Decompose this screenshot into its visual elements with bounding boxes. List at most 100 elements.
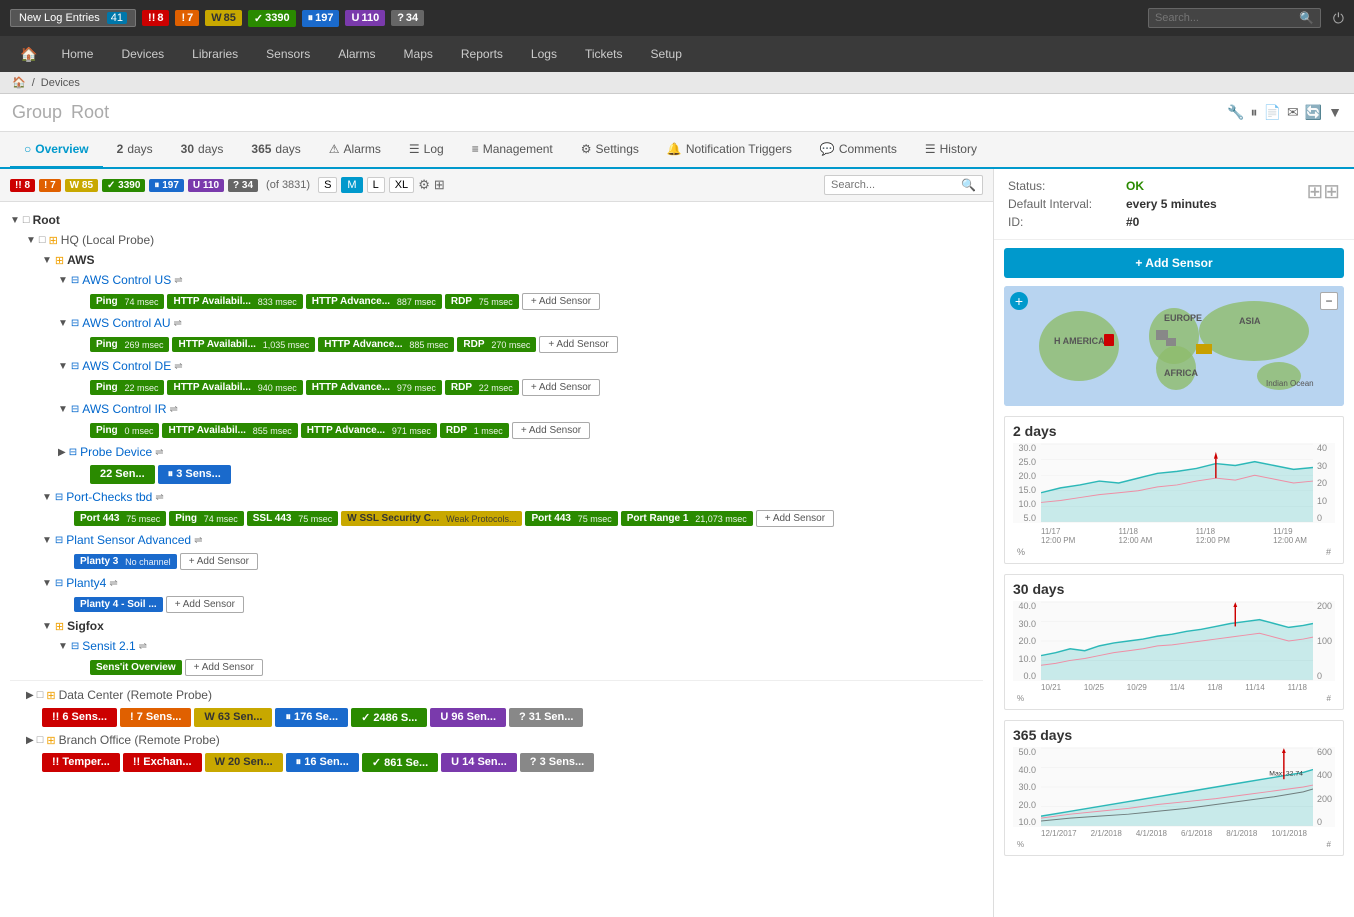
size-m[interactable]: M <box>341 177 362 193</box>
tab-overview[interactable]: ○ Overview <box>10 132 103 169</box>
sensit-overview[interactable]: Sens'it Overview <box>90 660 182 675</box>
tab-2days[interactable]: 2 days <box>103 132 167 169</box>
port-443-2[interactable]: Port 443 75 msec <box>525 511 617 526</box>
toolbar-badge-blue[interactable]: ⏸ 197 <box>149 179 183 192</box>
aws-ir-node[interactable]: ▼ ⊟ AWS Control IR ⇌ <box>58 399 983 419</box>
branch-expand[interactable]: ▶ <box>26 735 34 746</box>
planty4-add-sensor[interactable]: + Add Sensor <box>166 596 244 613</box>
plant-sensor-add-sensor[interactable]: + Add Sensor <box>180 553 258 570</box>
branch-node[interactable]: ▶ □ ⊞ Branch Office (Remote Probe) <box>26 730 983 750</box>
nav-reports[interactable]: Reports <box>447 36 517 72</box>
branch-badge-green[interactable]: ✓ 861 Se... <box>362 753 438 772</box>
aws-de-expand[interactable]: ▼ <box>58 361 68 372</box>
ping-port[interactable]: Ping 74 msec <box>169 511 243 526</box>
map-zoom-out[interactable]: − <box>1320 292 1338 310</box>
aws-us-expand[interactable]: ▼ <box>58 275 68 286</box>
aws-au-expand[interactable]: ▼ <box>58 318 68 329</box>
sigfox-node[interactable]: ▼ ⊞ Sigfox <box>42 616 983 636</box>
planty4-expand[interactable]: ▼ <box>42 578 52 589</box>
badge-green-ok[interactable]: ✓ 3390 <box>248 10 296 27</box>
badge-gray-unknown[interactable]: ? 34 <box>391 10 424 26</box>
toolbar-badge-green[interactable]: ✓ 3390 <box>102 179 145 192</box>
qr-icon[interactable]: ⊞⊞ <box>1306 179 1340 204</box>
aws-au-add-sensor[interactable]: + Add Sensor <box>539 336 617 353</box>
tab-log[interactable]: ☰ Log <box>395 132 458 169</box>
aws-ir-add-sensor[interactable]: + Add Sensor <box>512 422 590 439</box>
tab-notification-triggers[interactable]: 🔔 Notification Triggers <box>653 132 806 169</box>
dc-badge-blue[interactable]: ⏸ 176 Se... <box>275 708 348 727</box>
ssl-security[interactable]: W SSL Security C... Weak Protocols... <box>341 511 522 526</box>
nav-sensors[interactable]: Sensors <box>252 36 324 72</box>
tab-history[interactable]: ☰ History <box>911 132 991 169</box>
toolbar-search-icon[interactable]: 🔍 <box>961 178 976 192</box>
dc-badge-green[interactable]: ✓ 2486 S... <box>351 708 427 727</box>
aws-au-http-avail[interactable]: HTTP Availabil... 1,035 msec <box>172 337 315 352</box>
sensit-expand[interactable]: ▼ <box>58 641 68 652</box>
aws-de-rdp[interactable]: RDP 22 msec <box>445 380 519 395</box>
grid-icon[interactable]: ⊞ <box>434 177 445 193</box>
aws-ir-expand[interactable]: ▼ <box>58 404 68 415</box>
badge-purple-unknown[interactable]: U 110 <box>345 10 385 26</box>
toolbar-badge-red[interactable]: !! 8 <box>10 179 35 192</box>
settings-gear-icon[interactable]: ⚙ <box>418 177 430 193</box>
aws-de-ping[interactable]: Ping 22 msec <box>90 380 164 395</box>
refresh-icon[interactable]: 🔄 <box>1305 104 1322 121</box>
branch-badge-exchan[interactable]: !! Exchan... <box>123 753 202 772</box>
ssl-443[interactable]: SSL 443 75 msec <box>247 511 339 526</box>
toolbar-badge-orange[interactable]: ! 7 <box>39 179 61 192</box>
datacenter-node[interactable]: ▶ □ ⊞ Data Center (Remote Probe) <box>26 685 983 705</box>
aws-expand-icon[interactable]: ▼ <box>42 255 52 266</box>
dc-badge-red[interactable]: !! 6 Sens... <box>42 708 117 727</box>
aws-us-ping[interactable]: Ping 74 msec <box>90 294 164 309</box>
aws-ir-rdp[interactable]: RDP 1 msec <box>440 423 509 438</box>
nav-devices[interactable]: Devices <box>107 36 178 72</box>
aws-au-ping[interactable]: Ping 269 msec <box>90 337 169 352</box>
branch-badge-purple[interactable]: U 14 Sen... <box>441 753 517 772</box>
dc-badge-gray[interactable]: ? 31 Sen... <box>509 708 583 727</box>
root-expand-icon[interactable]: ▼ <box>10 215 20 226</box>
nav-logs[interactable]: Logs <box>517 36 571 72</box>
tab-comments[interactable]: 💬 Comments <box>806 132 911 169</box>
nav-home[interactable]: 🏠 <box>10 36 47 72</box>
tab-management[interactable]: ≡ Management <box>458 132 567 169</box>
aws-ir-http-adv[interactable]: HTTP Advance... 971 msec <box>301 423 437 438</box>
dc-badge-purple[interactable]: U 96 Sen... <box>430 708 506 727</box>
aws-ir-ping[interactable]: Ping 0 msec <box>90 423 159 438</box>
sensit-node[interactable]: ▼ ⊟ Sensit 2.1 ⇌ <box>58 636 983 656</box>
nav-maps[interactable]: Maps <box>390 36 447 72</box>
probe-device-node[interactable]: ▶ ⊟ Probe Device ⇌ <box>58 442 983 462</box>
nav-alarms[interactable]: Alarms <box>324 36 389 72</box>
toolbar-search-input[interactable] <box>831 179 961 191</box>
aws-au-http-adv[interactable]: HTTP Advance... 885 msec <box>318 337 454 352</box>
badge-orange-warn[interactable]: ! 7 <box>175 10 199 26</box>
aws-us-http-adv[interactable]: HTTP Advance... 887 msec <box>306 294 442 309</box>
power-icon[interactable]: ⏻ <box>1333 10 1344 27</box>
top-search-input[interactable] <box>1155 12 1295 24</box>
nav-home-label[interactable]: Home <box>47 36 107 72</box>
hq-node[interactable]: ▼ □ ⊞ HQ (Local Probe) <box>26 230 983 250</box>
toolbar-badge-gray[interactable]: ? 34 <box>228 179 258 192</box>
branch-badge-blue[interactable]: ⏸ 16 Sen... <box>286 753 359 772</box>
dc-badge-yellow[interactable]: W 63 Sen... <box>194 708 272 727</box>
aws-de-http-avail[interactable]: HTTP Availabil... 940 msec <box>167 380 302 395</box>
datacenter-expand[interactable]: ▶ <box>26 690 34 701</box>
probe-device-badge-blue[interactable]: ⏸ 3 Sens... <box>158 465 231 484</box>
aws-us-rdp[interactable]: RDP 75 msec <box>445 294 519 309</box>
port-checks-expand[interactable]: ▼ <box>42 492 52 503</box>
wrench-icon[interactable]: 🔧 <box>1227 104 1244 121</box>
toolbar-badge-purple[interactable]: U 110 <box>188 179 224 192</box>
tab-365days[interactable]: 365 days <box>237 132 314 169</box>
tab-settings[interactable]: ⚙ Settings <box>567 132 653 169</box>
size-l[interactable]: L <box>367 177 385 193</box>
tab-alarms[interactable]: ⚠ Alarms <box>315 132 395 169</box>
nav-libraries[interactable]: Libraries <box>178 36 252 72</box>
branch-badge-gray[interactable]: ? 3 Sens... <box>520 753 594 772</box>
sensit-add-sensor[interactable]: + Add Sensor <box>185 659 263 676</box>
branch-badge-yellow[interactable]: W 20 Sen... <box>205 753 283 772</box>
aws-de-node[interactable]: ▼ ⊟ AWS Control DE ⇌ <box>58 356 983 376</box>
pause-icon[interactable]: ⏸ <box>1251 104 1258 121</box>
dc-badge-orange[interactable]: ! 7 Sens... <box>120 708 191 727</box>
port-443[interactable]: Port 443 75 msec <box>74 511 166 526</box>
planty4-soil[interactable]: Planty 4 - Soil ... <box>74 597 163 612</box>
plant-sensor-expand[interactable]: ▼ <box>42 535 52 546</box>
